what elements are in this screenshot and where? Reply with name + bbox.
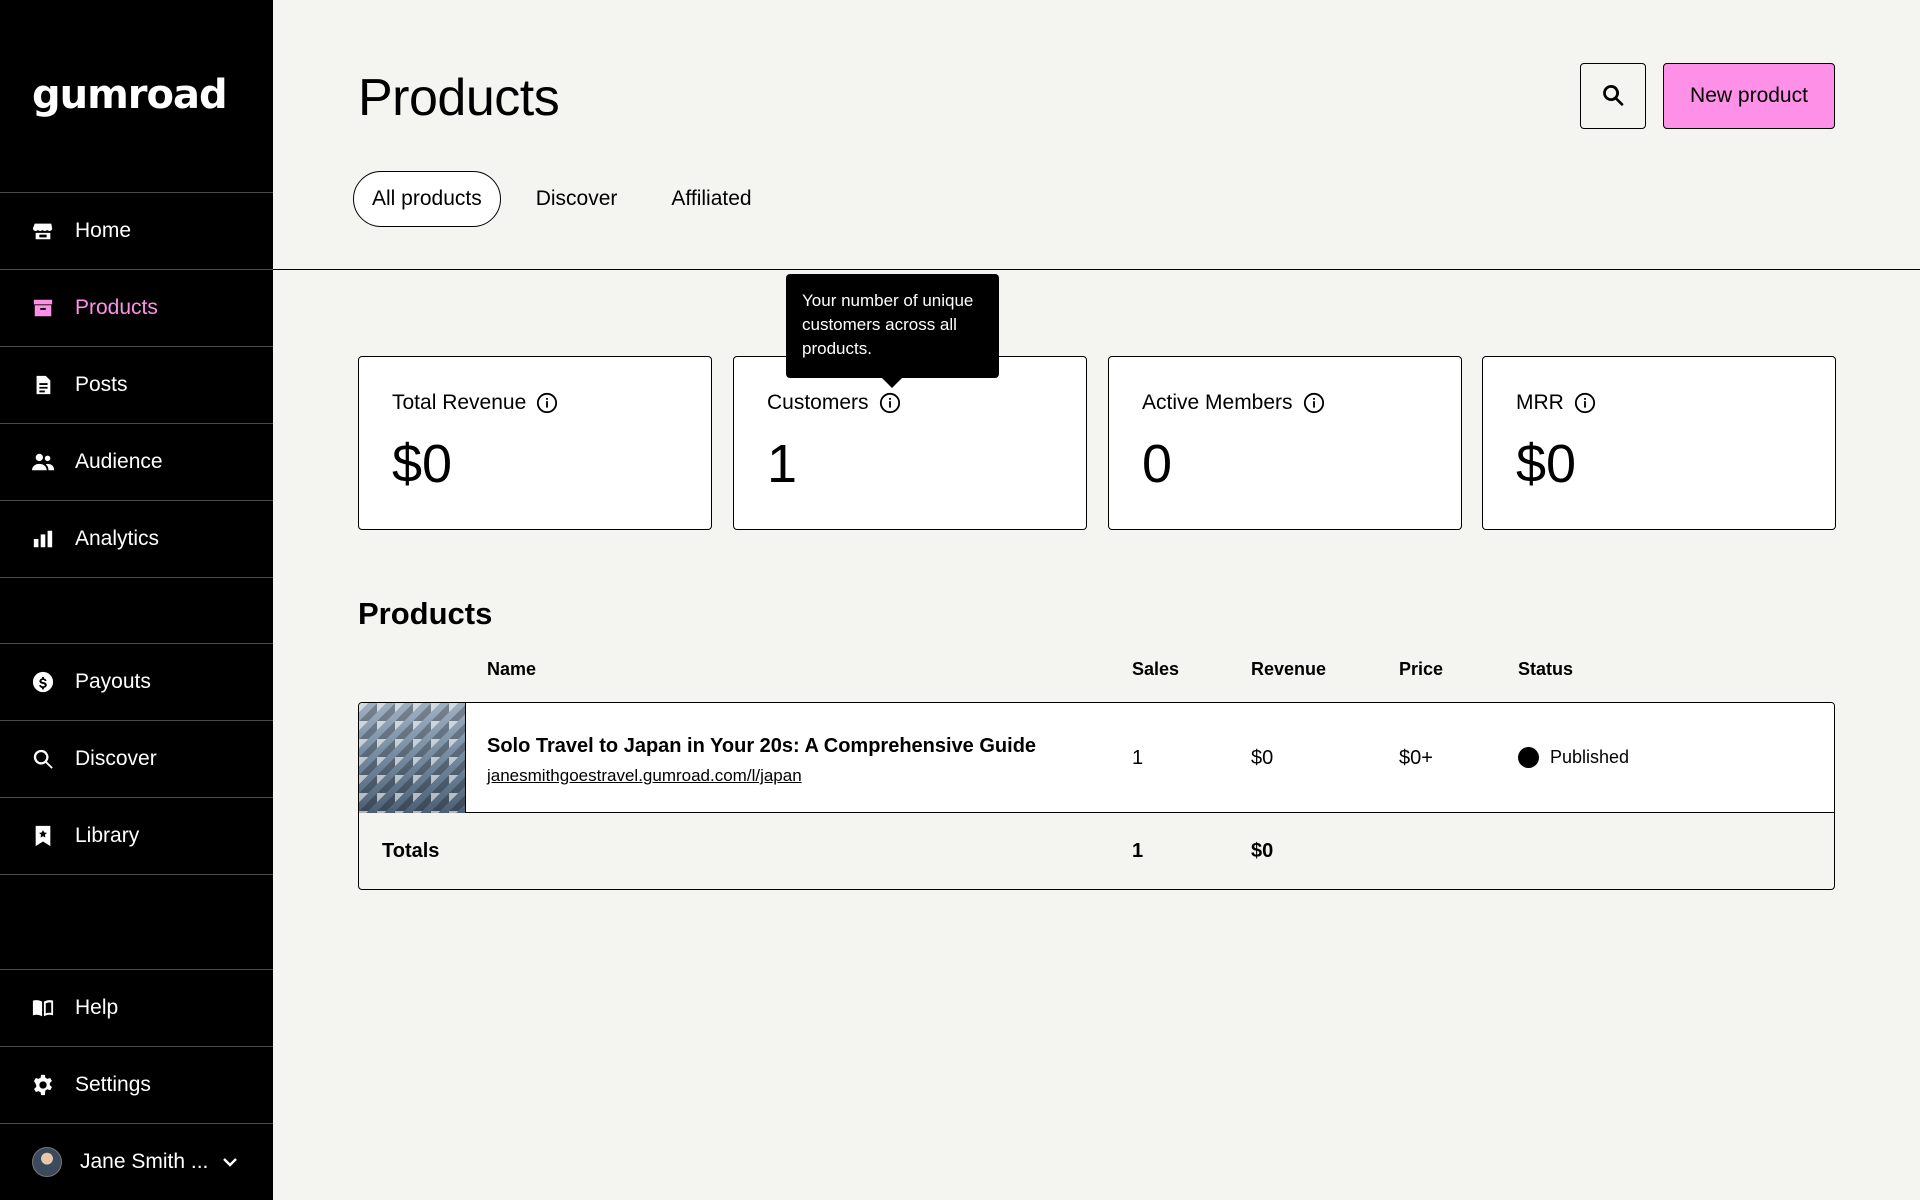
status-badge: Published <box>1518 747 1629 768</box>
dollar-circle-icon <box>32 671 54 693</box>
stat-card-mrr: MRR $0 <box>1482 356 1836 530</box>
sidebar-item-settings[interactable]: Settings <box>0 1046 273 1123</box>
bar-chart-icon <box>32 528 54 550</box>
products-section-title: Products <box>358 596 493 631</box>
stat-value: 1 <box>767 434 798 494</box>
info-icon[interactable] <box>879 392 901 414</box>
stat-value: 0 <box>1142 434 1173 494</box>
column-header-revenue[interactable]: Revenue <box>1251 659 1326 680</box>
sidebar-item-label: Audience <box>75 450 163 473</box>
info-icon[interactable] <box>536 392 558 414</box>
product-sales: 1 <box>1132 747 1144 769</box>
sidebar-item-home[interactable]: Home <box>0 192 273 269</box>
sidebar-item-label: Discover <box>75 747 157 770</box>
stat-label: MRR <box>1516 391 1564 414</box>
tooltip-arrow <box>882 378 902 388</box>
sidebar-item-payouts[interactable]: Payouts <box>0 643 273 720</box>
product-tabs: All products Discover Affiliated <box>353 171 787 227</box>
product-price: $0+ <box>1399 747 1433 769</box>
stat-card-total-revenue: Total Revenue $0 <box>358 356 712 530</box>
sidebar-item-audience[interactable]: Audience <box>0 423 273 500</box>
sidebar-item-discover[interactable]: Discover <box>0 720 273 797</box>
sidebar-item-label: Payouts <box>75 670 151 693</box>
sidebar: gumroad Home Products Posts Audience Ana… <box>0 0 273 1200</box>
column-header-status[interactable]: Status <box>1518 659 1573 680</box>
column-header-name[interactable]: Name <box>487 659 536 680</box>
product-thumbnail <box>359 703 466 813</box>
archive-icon <box>32 297 54 319</box>
column-header-price[interactable]: Price <box>1399 659 1443 680</box>
user-menu[interactable]: Jane Smith ... <box>0 1123 273 1200</box>
sidebar-item-help[interactable]: Help <box>0 969 273 1046</box>
people-icon <box>32 451 54 473</box>
nav-divider <box>0 874 273 875</box>
user-name: Jane Smith ... <box>80 1150 209 1173</box>
sidebar-item-label: Products <box>75 296 158 319</box>
sidebar-item-label: Help <box>75 996 119 1019</box>
table-row[interactable]: Solo Travel to Japan in Your 20s: A Comp… <box>359 703 1834 813</box>
gumroad-logo[interactable]: gumroad <box>32 72 228 118</box>
product-url-link[interactable]: janesmithgoestravel.gumroad.com/l/japan <box>487 766 802 786</box>
status-dot-icon <box>1518 747 1539 768</box>
gear-icon <box>32 1074 54 1096</box>
page-title: Products <box>358 69 560 127</box>
store-icon <box>32 220 54 242</box>
info-icon[interactable] <box>1574 392 1596 414</box>
sidebar-item-posts[interactable]: Posts <box>0 346 273 423</box>
sidebar-item-library[interactable]: Library <box>0 797 273 874</box>
sidebar-item-products[interactable]: Products <box>0 269 273 346</box>
avatar <box>32 1147 62 1177</box>
column-header-sales[interactable]: Sales <box>1132 659 1179 680</box>
book-icon <box>32 997 54 1019</box>
customers-tooltip: Your number of unique customers across a… <box>786 274 999 378</box>
tab-all-products[interactable]: All products <box>353 171 501 227</box>
sidebar-item-label: Posts <box>75 373 128 396</box>
sidebar-item-analytics[interactable]: Analytics <box>0 500 273 577</box>
totals-sales: 1 <box>1132 840 1144 862</box>
search-button[interactable] <box>1580 63 1646 129</box>
stat-value: $0 <box>392 434 453 494</box>
stat-card-customers: Customers 1 <box>733 356 1087 530</box>
nav-divider <box>0 577 273 578</box>
product-revenue: $0 <box>1251 747 1274 769</box>
new-product-button[interactable]: New product <box>1663 63 1835 129</box>
status-text: Published <box>1550 747 1630 767</box>
search-icon <box>1601 83 1625 110</box>
info-icon[interactable] <box>1303 392 1325 414</box>
sidebar-item-label: Settings <box>75 1073 151 1096</box>
stat-card-active-members: Active Members 0 <box>1108 356 1462 530</box>
sidebar-item-label: Analytics <box>75 527 160 550</box>
product-name[interactable]: Solo Travel to Japan in Your 20s: A Comp… <box>487 735 1036 758</box>
tab-affiliated[interactable]: Affiliated <box>652 171 770 227</box>
totals-label: Totals <box>382 840 440 862</box>
document-icon <box>32 374 54 396</box>
stat-label: Total Revenue <box>392 391 527 414</box>
sidebar-item-label: Library <box>75 824 140 847</box>
header-divider <box>273 269 1920 270</box>
stat-label: Active Members <box>1142 391 1293 414</box>
products-table: Solo Travel to Japan in Your 20s: A Comp… <box>358 702 1835 890</box>
search-icon <box>32 748 54 770</box>
stat-label: Customers <box>767 391 869 414</box>
tab-discover[interactable]: Discover <box>517 171 637 227</box>
totals-revenue: $0 <box>1251 840 1274 862</box>
stat-value: $0 <box>1516 434 1577 494</box>
sidebar-item-label: Home <box>75 219 132 242</box>
bookmark-icon <box>32 825 54 847</box>
chevron-down-icon <box>220 1152 240 1172</box>
